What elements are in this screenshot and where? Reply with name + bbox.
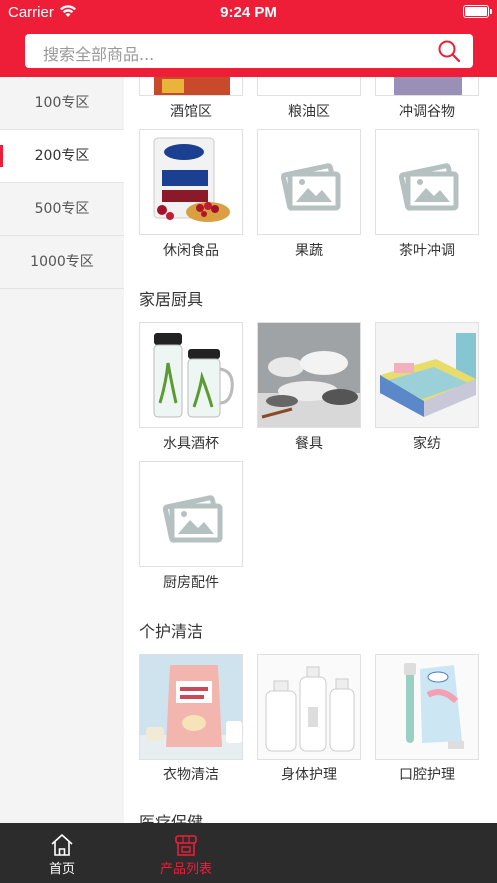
body-care-bottles-image [258, 655, 360, 759]
search-placeholder: 搜索全部商品... [43, 45, 155, 64]
sidebar-item-label: 200专区 [34, 148, 90, 164]
category-tile-laundry[interactable] [139, 654, 243, 760]
category-tile-liquor[interactable] [139, 77, 243, 96]
section-title: 医疗保健 [139, 813, 204, 823]
sidebar-item-label: 500专区 [34, 201, 90, 217]
category-tile-grain-oil[interactable] [257, 77, 361, 96]
category-label: 休闲食品 [163, 243, 219, 259]
category-tile-kitchen-accessories[interactable] [139, 461, 243, 567]
raisins-image [153, 137, 230, 222]
sidebar-item-100[interactable]: 100专区 [0, 77, 124, 130]
category-tile-drinkware[interactable] [139, 322, 243, 428]
bedding-image [376, 323, 478, 427]
category-label: 身体护理 [281, 767, 337, 783]
bottom-tab-bar: 首页 产品列表 [0, 823, 497, 883]
placeholder-image-icon [258, 77, 361, 96]
placeholder-image-icon [280, 163, 341, 211]
category-tile-fruit-veg[interactable] [257, 129, 361, 235]
laundry-detergent-image [140, 655, 242, 759]
placeholder-image-icon [162, 495, 223, 543]
tableware-image [258, 323, 360, 427]
sidebar-item-label: 1000专区 [30, 254, 94, 270]
category-label: 冲调谷物 [399, 104, 455, 120]
sidebar-item-1000[interactable]: 1000专区 [0, 236, 124, 289]
section-title: 家居厨具 [139, 290, 204, 309]
search-icon[interactable] [437, 39, 461, 63]
cereal-image [394, 77, 462, 95]
category-label: 口腔护理 [399, 767, 455, 783]
section-title: 个护清洁 [139, 622, 204, 641]
category-label: 粮油区 [288, 104, 330, 120]
category-label: 衣物清洁 [163, 767, 219, 783]
category-label: 果蔬 [295, 243, 323, 259]
home-icon [51, 834, 73, 856]
category-tile-tableware[interactable] [257, 322, 361, 428]
clock: 9:24 PM [220, 4, 277, 21]
category-sidebar: 100专区 200专区 500专区 1000专区 [0, 77, 124, 823]
status-bar: Carrier 9:24 PM [0, 0, 497, 26]
category-label: 餐具 [295, 436, 323, 452]
product-category-grid: 酒馆区 粮油区 冲调谷物 休闲食品 果蔬 茶叶冲调 家居厨具 水具酒杯 餐具 家… [124, 77, 497, 823]
category-label: 茶叶冲调 [399, 243, 455, 259]
category-tile-oral-care[interactable] [375, 654, 479, 760]
category-tile-snacks[interactable] [139, 129, 243, 235]
toothpaste-image [376, 655, 478, 759]
sidebar-item-label: 100专区 [34, 95, 90, 111]
store-icon [175, 835, 197, 856]
placeholder-image-icon [398, 163, 459, 211]
category-label: 家纺 [413, 436, 441, 452]
category-label: 酒馆区 [170, 104, 212, 120]
category-tile-tea[interactable] [375, 129, 479, 235]
sidebar-item-500[interactable]: 500专区 [0, 183, 124, 236]
sidebar-item-200[interactable]: 200专区 [0, 130, 124, 183]
glass-bottles-image [153, 333, 234, 418]
tab-label: 产品列表 [159, 862, 212, 877]
search-input[interactable]: 搜索全部商品... [25, 34, 473, 68]
category-tile-home-textiles[interactable] [375, 322, 479, 428]
tab-label: 首页 [48, 862, 75, 877]
tab-product-list[interactable]: 产品列表 [124, 823, 248, 883]
category-tile-body-care[interactable] [257, 654, 361, 760]
header: Carrier 9:24 PM 搜索全部商品... [0, 0, 497, 77]
liquor-image [154, 77, 230, 95]
category-tile-cereal[interactable] [375, 77, 479, 96]
category-label: 水具酒杯 [163, 436, 219, 452]
category-label: 厨房配件 [163, 575, 219, 591]
active-indicator [0, 145, 3, 167]
battery-icon [463, 5, 492, 18]
tab-home[interactable]: 首页 [0, 823, 124, 883]
